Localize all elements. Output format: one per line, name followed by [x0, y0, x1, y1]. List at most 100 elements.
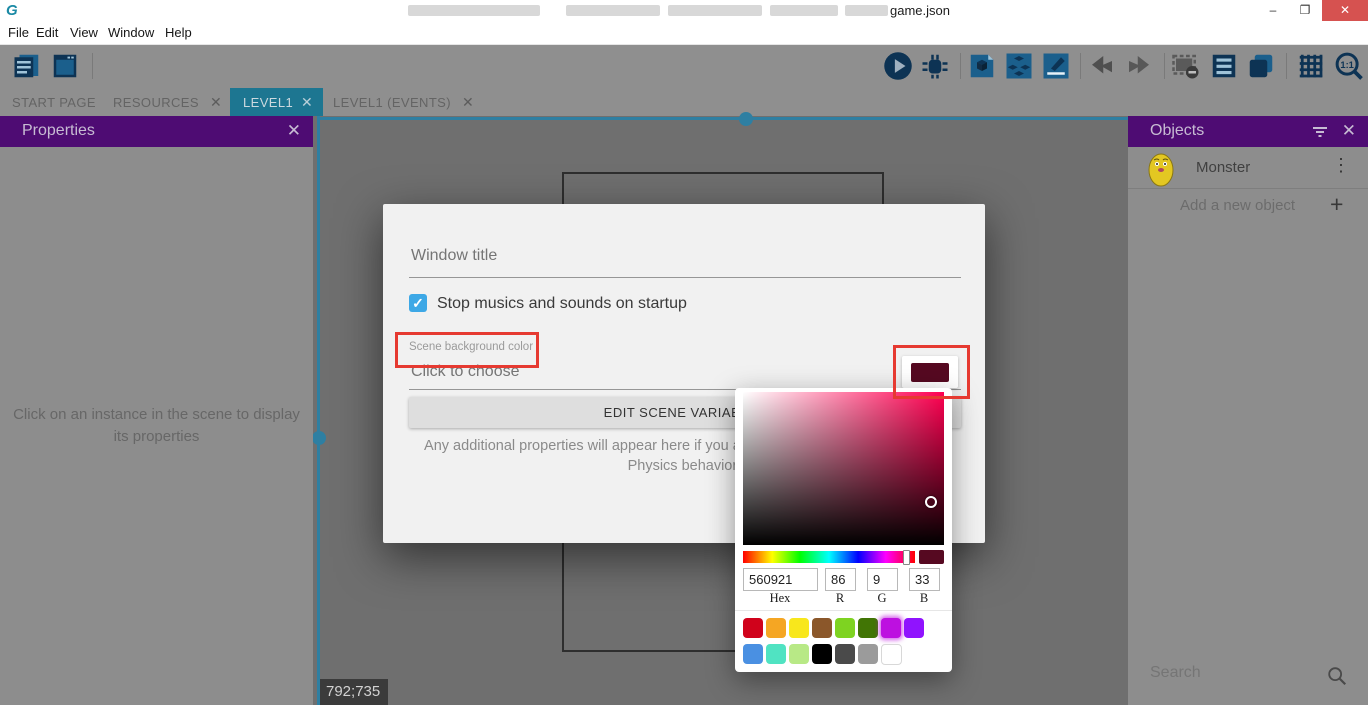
annotation-box-scene-bg-label — [395, 332, 539, 368]
properties-panel-title: Properties — [22, 122, 95, 140]
preset-color-swatch[interactable] — [835, 644, 855, 664]
object-more-menu-icon[interactable]: ⋮ — [1332, 155, 1350, 176]
search-icon — [1326, 665, 1348, 687]
preset-color-swatch[interactable] — [743, 618, 763, 638]
left-panel-resize-handle[interactable] — [317, 116, 320, 705]
close-window-button[interactable]: ✕ — [1322, 0, 1368, 21]
hex-input[interactable] — [743, 568, 818, 591]
menu-file[interactable]: File — [8, 25, 29, 40]
annotation-box-color-swatch — [893, 345, 970, 399]
input-underline — [409, 277, 961, 278]
gdevelop-logo-icon: G — [6, 2, 18, 19]
r-input[interactable] — [825, 568, 856, 591]
tab-resources[interactable]: RESOURCES — [113, 95, 199, 110]
restore-button[interactable]: ❐ — [1290, 0, 1320, 21]
grid-icon[interactable] — [1296, 51, 1326, 81]
edit-scene-properties-icon[interactable] — [1041, 51, 1071, 81]
delete-instances-icon[interactable] — [1171, 51, 1201, 81]
tab-level1-events-close-icon[interactable]: ✕ — [462, 94, 474, 111]
undo-icon[interactable] — [1087, 51, 1117, 81]
toolbar-separator — [1164, 53, 1165, 79]
object-name-label: Monster — [1196, 159, 1250, 176]
menu-view[interactable]: View — [70, 25, 98, 40]
color-picker-popup: Hex R G B — [735, 388, 952, 672]
objects-editor-icon[interactable] — [967, 51, 997, 81]
g-label: G — [867, 591, 897, 606]
preset-color-swatch[interactable] — [858, 644, 878, 664]
preset-color-swatch[interactable] — [835, 618, 855, 638]
cursor-coordinates-tooltip: 792;735 — [320, 679, 388, 705]
tab-level1-events[interactable]: LEVEL1 (EVENTS) — [333, 95, 451, 110]
b-label: B — [909, 591, 939, 606]
toolbar-separator — [92, 53, 93, 79]
picker-divider — [735, 610, 952, 611]
redo-icon[interactable] — [1124, 51, 1154, 81]
preset-color-swatch[interactable] — [812, 644, 832, 664]
g-input[interactable] — [867, 568, 898, 591]
properties-panel: Properties ✕ Click on an instance in the… — [0, 116, 313, 705]
stop-music-checkbox[interactable]: ✓ — [409, 294, 427, 312]
hue-slider[interactable] — [743, 551, 915, 563]
tab-bar: START PAGE RESOURCES ✕ LEVEL1 ✕ LEVEL1 (… — [0, 88, 1368, 116]
hue-slider-handle[interactable] — [903, 550, 910, 565]
preset-color-swatch[interactable] — [743, 644, 763, 664]
tab-resources-close-icon[interactable]: ✕ — [210, 94, 222, 111]
menu-window[interactable]: Window — [108, 25, 154, 40]
preset-color-swatch-selected[interactable] — [881, 618, 901, 638]
window-title-filename: game.json — [890, 3, 950, 18]
left-panel-resize-grip[interactable] — [312, 431, 326, 445]
svg-text:1:1: 1:1 — [1340, 60, 1354, 70]
redacted-text — [668, 5, 762, 16]
preset-color-swatch[interactable] — [881, 644, 902, 665]
title-bar: G game.json – ❐ ✕ — [0, 0, 1368, 22]
preset-color-swatch[interactable] — [766, 644, 786, 664]
toolbar-separator — [1286, 53, 1287, 79]
toolbar: 1:1 — [0, 45, 1368, 88]
preset-color-swatch[interactable] — [789, 618, 809, 638]
preset-color-swatch[interactable] — [789, 644, 809, 664]
preset-color-swatch[interactable] — [904, 618, 924, 638]
redacted-text — [566, 5, 660, 16]
window-title-input[interactable] — [409, 246, 953, 266]
toolbar-separator — [1080, 53, 1081, 79]
properties-empty-message: Click on an instance in the scene to dis… — [0, 404, 313, 448]
minimize-button[interactable]: – — [1258, 0, 1288, 21]
objects-search-input[interactable] — [1148, 663, 1322, 683]
add-object-label: Add a new object — [1180, 197, 1295, 214]
objects-close-icon[interactable]: ✕ — [1342, 121, 1356, 141]
add-object-row[interactable]: Add a new object + — [1128, 189, 1368, 223]
properties-close-icon[interactable]: ✕ — [287, 121, 301, 141]
preset-color-swatch[interactable] — [766, 618, 786, 638]
tab-level1-close-icon[interactable]: ✕ — [301, 94, 313, 111]
project-manager-icon[interactable] — [12, 51, 42, 81]
zoom-1-1-icon[interactable]: 1:1 — [1334, 51, 1364, 81]
object-row-monster[interactable]: Monster ⋮ — [1128, 147, 1368, 189]
add-object-plus-icon[interactable]: + — [1330, 191, 1343, 218]
b-input[interactable] — [909, 568, 940, 591]
saturation-marker[interactable] — [925, 496, 937, 508]
objects-panel-header: Objects ✕ — [1128, 116, 1368, 147]
debug-icon[interactable] — [920, 51, 950, 81]
filter-icon[interactable] — [1312, 124, 1328, 140]
tab-level1[interactable]: LEVEL1 ✕ — [230, 88, 323, 116]
menu-bar: File Edit View Window Help — [0, 22, 1368, 45]
preset-color-swatch[interactable] — [858, 618, 878, 638]
menu-help[interactable]: Help — [165, 25, 192, 40]
layers-icon[interactable] — [1246, 51, 1276, 81]
preset-color-swatch[interactable] — [812, 618, 832, 638]
top-resize-grip[interactable] — [739, 112, 753, 126]
preview-play-icon[interactable] — [883, 51, 913, 81]
tab-start-page[interactable]: START PAGE — [12, 95, 96, 110]
objects-panel: Objects ✕ Monster ⋮ Add a new object + — [1128, 116, 1368, 705]
start-page-icon[interactable] — [50, 51, 80, 81]
toolbar-separator — [960, 53, 961, 79]
r-label: R — [825, 591, 855, 606]
saturation-area[interactable] — [743, 392, 944, 545]
gdevelop-window: G game.json – ❐ ✕ File Edit View Window … — [0, 0, 1368, 705]
layers-list-icon[interactable] — [1209, 51, 1239, 81]
top-resize-handle[interactable] — [320, 117, 1128, 120]
monster-thumbnail-icon — [1147, 151, 1175, 187]
menu-edit[interactable]: Edit — [36, 25, 58, 40]
hex-label: Hex — [743, 591, 817, 606]
instances-list-icon[interactable] — [1004, 51, 1034, 81]
